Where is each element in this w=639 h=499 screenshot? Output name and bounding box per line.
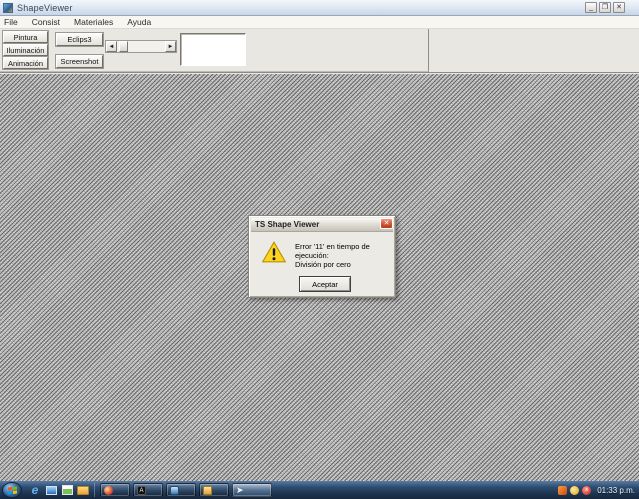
minimize-button[interactable]: _: [585, 2, 597, 13]
task-button-explorer[interactable]: [166, 483, 196, 497]
toolbar: Pintura Iluminación Animación Eclips3 Sc…: [0, 29, 639, 73]
task-button-shapeviewer-active[interactable]: ➤: [232, 483, 272, 497]
cursor-icon: ➤: [236, 486, 245, 495]
folder-icon[interactable]: [77, 484, 89, 496]
tray-status-icon[interactable]: [570, 486, 579, 495]
app-title-bar: ShapeViewer _ ❐ ✕: [0, 0, 639, 16]
aceptar-button[interactable]: Aceptar: [299, 276, 351, 292]
folder-task-icon: [203, 486, 212, 495]
quick-launch: e: [29, 484, 89, 496]
dialog-close-icon[interactable]: ✕: [380, 218, 393, 229]
desktop: ShapeViewer _ ❐ ✕ File Consist Materiale…: [0, 0, 639, 499]
pictures-icon[interactable]: [61, 484, 73, 496]
task-button-documents[interactable]: [199, 483, 229, 497]
task-button-browser[interactable]: [100, 483, 130, 497]
window-icon: [170, 486, 179, 495]
iluminacion-button[interactable]: Iluminación: [3, 44, 48, 56]
system-tray: x 01:33 p.m.: [558, 486, 639, 495]
scrollbar-thumb[interactable]: [119, 41, 128, 52]
windows-flag-icon: [8, 486, 17, 494]
dialog-title-bar[interactable]: TS Shape Viewer: [251, 218, 393, 232]
dialog-title: TS Shape Viewer: [255, 220, 319, 229]
menu-item-file[interactable]: File: [4, 17, 18, 27]
menu-item-consist[interactable]: Consist: [32, 17, 60, 27]
warning-icon: [262, 241, 286, 263]
app-icon: [3, 3, 13, 13]
menu-item-ayuda[interactable]: Ayuda: [127, 17, 151, 27]
toolbar-panel: Pintura Iluminación Animación Eclips3 Sc…: [0, 29, 429, 72]
error-dialog: TS Shape Viewer ✕ Error '11' en tiempo d…: [248, 215, 396, 298]
screenshot-button[interactable]: Screenshot: [56, 55, 103, 68]
frame-scrollbar[interactable]: ◄ ►: [105, 40, 177, 53]
close-button[interactable]: ✕: [613, 2, 625, 13]
pintura-button[interactable]: Pintura: [3, 31, 48, 43]
menu-bar: File Consist Materiales Ayuda: [0, 16, 639, 29]
scroll-left-arrow-icon[interactable]: ◄: [106, 41, 117, 52]
taskbar-clock[interactable]: 01:33 p.m.: [597, 486, 635, 495]
eclips3-button[interactable]: Eclips3: [56, 33, 103, 46]
error-message-line2: División por cero: [295, 260, 351, 269]
tray-app-icon[interactable]: [558, 486, 567, 495]
error-message-line1: Error '11' en tiempo de ejecución:: [295, 242, 393, 260]
browser-icon[interactable]: e: [29, 484, 41, 496]
window-title: ShapeViewer: [17, 3, 73, 13]
taskbar-separator: [94, 483, 95, 497]
animacion-button[interactable]: Animación: [3, 57, 48, 69]
menu-item-materiales[interactable]: Materiales: [74, 17, 113, 27]
scroll-right-arrow-icon[interactable]: ►: [165, 41, 176, 52]
tray-close-icon[interactable]: x: [582, 486, 591, 495]
start-button[interactable]: [2, 482, 22, 498]
shape-listbox[interactable]: [180, 33, 246, 66]
globe-icon: [104, 486, 113, 495]
task-button-terminal[interactable]: A: [133, 483, 163, 497]
display-icon[interactable]: [45, 484, 57, 496]
dialog-body: Error '11' en tiempo de ejecución: Divis…: [251, 232, 393, 295]
terminal-icon: A: [137, 486, 146, 495]
taskbar: e A ➤ x 01:33 p.m.: [0, 481, 639, 499]
restore-button[interactable]: ❐: [599, 2, 611, 13]
